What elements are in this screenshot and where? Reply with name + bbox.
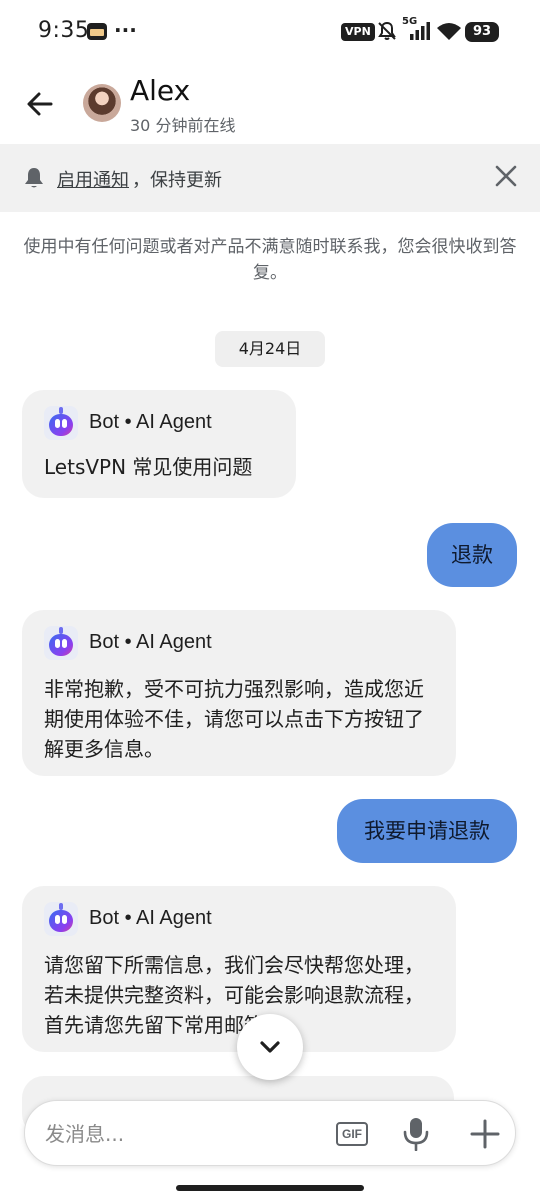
battery-indicator: 93	[465, 22, 499, 42]
enable-notifications-link[interactable]: 启用通知	[57, 166, 129, 192]
bot-message-bubble: Bot • AI Agent LetsVPN 常见使用问题	[22, 390, 296, 498]
vpn-badge: VPN	[341, 23, 375, 41]
sender-label: Bot • AI Agent	[89, 631, 212, 653]
microphone-icon[interactable]	[402, 1117, 430, 1151]
user-message-bubble: 退款	[427, 523, 517, 587]
bell-icon	[25, 168, 43, 188]
close-icon[interactable]	[494, 164, 518, 188]
mute-icon	[378, 21, 396, 40]
message-composer: GIF	[24, 1100, 516, 1166]
home-indicator	[176, 1185, 364, 1191]
bot-icon	[44, 626, 78, 660]
gif-button[interactable]: GIF	[336, 1122, 368, 1146]
user-message-bubble: 我要申请退款	[337, 799, 517, 863]
notification-app-icon	[87, 23, 107, 40]
signal-icon	[410, 22, 430, 40]
message-text: LetsVPN 常见使用问题	[44, 455, 253, 479]
bot-message-bubble: Bot • AI Agent 请您留下所需信息，我们会尽快帮您处理，若未提供完整…	[22, 886, 456, 1052]
intro-message: 使用中有任何问题或者对产品不满意随时联系我，您会很快收到答复。	[23, 237, 517, 283]
chat-header: Alex 30 分钟前在线	[0, 64, 540, 142]
bot-icon	[44, 902, 78, 936]
notification-banner: 启用通知 ，保持更新	[0, 144, 540, 212]
message-input[interactable]	[45, 1119, 315, 1149]
sender-label: Bot • AI Agent	[89, 907, 212, 929]
contact-avatar[interactable]	[83, 84, 121, 122]
bot-message-bubble: Bot • AI Agent 非常抱歉，受不可抗力强烈影响，造成您近期使用体验不…	[22, 610, 456, 776]
wifi-icon	[437, 23, 461, 40]
plus-icon[interactable]	[470, 1119, 500, 1149]
status-time: 9:35	[38, 18, 90, 43]
notification-banner-text: ，保持更新	[132, 170, 222, 191]
sender-label: Bot • AI Agent	[89, 411, 212, 433]
status-bar: 9:35 ··· VPN 5G 93	[0, 0, 540, 64]
message-text: 请您留下所需信息，我们会尽快帮您处理，若未提供完整资料，可能会影响退款流程，首先…	[44, 953, 424, 1037]
message-text: 非常抱歉，受不可抗力强烈影响，造成您近期使用体验不佳，请您可以点击下方按钮了解更…	[44, 677, 424, 761]
scroll-to-bottom-button[interactable]	[237, 1014, 303, 1080]
contact-last-seen: 30 分钟前在线	[130, 116, 236, 135]
chevron-down-icon	[260, 1041, 280, 1053]
back-arrow-icon[interactable]	[24, 88, 56, 120]
contact-name[interactable]: Alex	[130, 74, 190, 107]
bot-icon	[44, 406, 78, 440]
more-notifications-indicator: ···	[114, 18, 137, 42]
date-separator: 4月24日	[215, 331, 325, 367]
